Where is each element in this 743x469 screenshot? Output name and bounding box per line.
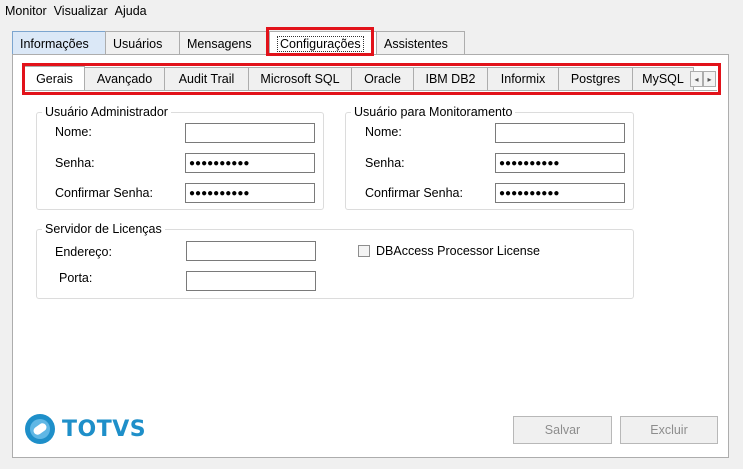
license-server-group <box>36 229 634 299</box>
license-port-label: Porta: <box>59 271 93 285</box>
tab-label: Gerais <box>36 72 73 86</box>
menu-monitor[interactable]: Monitor <box>5 4 47 18</box>
dbaccess-license-checkbox[interactable] <box>358 245 370 257</box>
monitor-confirm-label: Confirmar Senha: <box>365 186 463 200</box>
tab-label: Usuários <box>113 36 163 51</box>
tab-informix[interactable]: Informix <box>487 67 559 90</box>
tab-label: Oracle <box>364 72 401 86</box>
tab-label: Informix <box>500 72 546 86</box>
tab-mysql[interactable]: MySQL <box>632 67 694 90</box>
menu-bar: Monitor Visualizar Ajuda <box>0 0 743 22</box>
monitor-name-label: Nome: <box>365 125 402 139</box>
chevron-left-icon[interactable]: ◂ <box>690 71 703 87</box>
admin-name-input[interactable] <box>185 123 315 143</box>
tab-avancado[interactable]: Avançado <box>84 67 165 90</box>
tab-audit-trail[interactable]: Audit Trail <box>164 67 249 90</box>
dbaccess-license-label: DBAccess Processor License <box>376 244 540 258</box>
tab-usuarios[interactable]: Usuários <box>105 31 180 55</box>
tab-label: Postgres <box>570 72 621 86</box>
tab-label: Assistentes <box>384 36 448 51</box>
tab-scroll-arrows: ◂ ▸ <box>690 71 716 87</box>
tab-ibm-db2[interactable]: IBM DB2 <box>413 67 488 90</box>
license-port-input[interactable] <box>186 271 316 291</box>
config-tab-strip: Gerais Avançado Audit Trail Microsoft SQ… <box>24 66 694 91</box>
admin-name-label: Nome: <box>55 125 92 139</box>
save-button[interactable]: Salvar <box>513 416 612 444</box>
tab-postgres[interactable]: Postgres <box>558 67 633 90</box>
menu-visualizar[interactable]: Visualizar <box>54 4 108 18</box>
main-tab-strip: Informações Usuários Mensagens Configura… <box>12 31 465 55</box>
tab-label: Informações <box>20 36 89 51</box>
totvs-logo-text: TOTVS <box>62 416 147 442</box>
admin-password-label: Senha: <box>55 156 95 170</box>
tab-label: MySQL <box>642 72 684 86</box>
tab-label: Microsoft SQL <box>260 72 340 86</box>
chevron-right-icon[interactable]: ▸ <box>703 71 716 87</box>
monitor-confirm-password-input[interactable]: ●●●●●●●●●● <box>495 183 625 203</box>
tab-label: Configurações <box>277 35 364 52</box>
delete-button[interactable]: Excluir <box>620 416 718 444</box>
admin-confirm-label: Confirmar Senha: <box>55 186 153 200</box>
license-address-label: Endereço: <box>55 245 112 259</box>
tab-divider <box>24 90 717 91</box>
tab-label: Audit Trail <box>178 72 235 86</box>
license-group-title: Servidor de Licenças <box>42 222 165 236</box>
monitor-password-input[interactable]: ●●●●●●●●●● <box>495 153 625 173</box>
tab-gerais[interactable]: Gerais <box>24 66 85 91</box>
monitor-group-title: Usuário para Monitoramento <box>351 105 516 119</box>
totvs-logo-icon <box>25 414 55 444</box>
tab-assistentes[interactable]: Assistentes <box>376 31 465 55</box>
admin-password-input[interactable]: ●●●●●●●●●● <box>185 153 315 173</box>
totvs-logo: TOTVS <box>24 413 146 445</box>
tab-label: IBM DB2 <box>425 72 476 86</box>
tab-mensagens[interactable]: Mensagens <box>179 31 270 55</box>
admin-confirm-password-input[interactable]: ●●●●●●●●●● <box>185 183 315 203</box>
tab-configuracoes[interactable]: Configurações <box>269 31 377 55</box>
menu-ajuda[interactable]: Ajuda <box>115 4 147 18</box>
tab-label: Avançado <box>96 72 153 86</box>
tab-microsoft-sql[interactable]: Microsoft SQL <box>248 67 352 90</box>
monitor-name-input[interactable] <box>495 123 625 143</box>
tab-label: Mensagens <box>187 36 252 51</box>
license-address-input[interactable] <box>186 241 316 261</box>
tab-informacoes[interactable]: Informações <box>12 31 106 55</box>
tab-oracle[interactable]: Oracle <box>351 67 414 90</box>
admin-group-title: Usuário Administrador <box>42 105 171 119</box>
monitor-password-label: Senha: <box>365 156 405 170</box>
